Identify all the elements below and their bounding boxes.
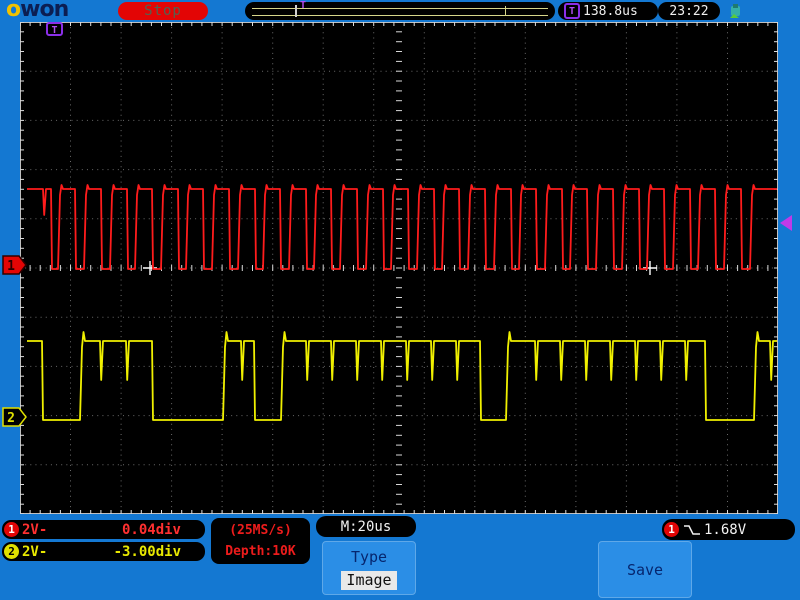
trigger-level-arrow[interactable]: [779, 214, 793, 232]
channel1-status: 1 2V- 0.04div: [2, 520, 205, 539]
falling-edge-icon: [684, 524, 700, 535]
usb-icon: [730, 4, 740, 18]
channel2-scale: 2V-: [22, 543, 48, 560]
memory-center-tick: [505, 6, 506, 16]
channel1-scale: 2V-: [22, 521, 48, 538]
trigger-level-value: 1.68V: [704, 521, 747, 538]
trigger-status: 1 1.68V: [662, 519, 795, 540]
run-state-badge: Stop: [118, 2, 208, 20]
svg-text:1: 1: [7, 259, 15, 274]
waveform-graticule: T: [20, 22, 778, 514]
trigger-position-marker[interactable]: T: [300, 0, 306, 11]
channel2-status: 2 2V- -3.00div: [2, 542, 205, 561]
trigger-time-readout: T 138.8us: [558, 2, 658, 20]
trigger-time-value: 138.8us: [583, 3, 638, 19]
memory-depth: Depth:10K: [225, 543, 296, 559]
memory-position-bar: T: [245, 0, 555, 20]
logo-o: o: [6, 0, 21, 22]
window-position-marker[interactable]: [295, 5, 297, 17]
sample-rate: (25MS/s): [229, 523, 292, 539]
timebase-value: M:20us: [340, 518, 392, 535]
save-button[interactable]: Save: [598, 541, 692, 598]
svg-text:2: 2: [7, 411, 15, 426]
svg-text:T: T: [51, 25, 57, 36]
trigger-source-icon: 1: [664, 522, 679, 537]
channel2-position-tag[interactable]: 2: [2, 407, 28, 428]
save-button-label: Save: [626, 560, 664, 579]
oscilloscope-display: owon Stop T T 138.8us 23:22 T 1 2 1 2V- …: [0, 0, 800, 600]
channel2-position: -3.00div: [113, 543, 181, 560]
channel1-icon: 1: [4, 522, 19, 537]
clock-value: 23:22: [669, 3, 709, 19]
channel1-position: 0.04div: [121, 521, 181, 538]
type-menu-label: Type: [350, 548, 388, 566]
acquisition-info: (25MS/s) Depth:10K: [211, 518, 310, 564]
logo-rest: won: [20, 0, 69, 22]
type-menu-value: Image: [341, 571, 397, 590]
timebase-readout: M:20us: [316, 516, 416, 537]
trigger-t-icon: T: [564, 3, 580, 19]
run-state-label: Stop: [144, 3, 182, 19]
channel2-icon: 2: [4, 544, 19, 559]
channel1-position-tag[interactable]: 1: [2, 255, 28, 276]
clock-readout: 23:22: [658, 2, 720, 20]
owon-logo: owon: [6, 0, 69, 22]
type-menu-button[interactable]: Type Image: [322, 541, 416, 595]
